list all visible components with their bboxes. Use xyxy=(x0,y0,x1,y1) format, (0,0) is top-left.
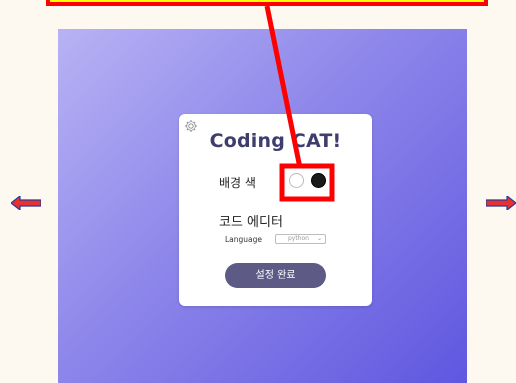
background-color-label: 배경 색 xyxy=(219,176,256,190)
settings-card: Coding CAT! 배경 색 코드 에디터 Language python … xyxy=(179,114,372,306)
color-option-black[interactable] xyxy=(311,173,326,188)
chevron-down-icon: ⌄ xyxy=(316,235,322,242)
right-arrow-icon[interactable] xyxy=(486,196,516,210)
code-editor-heading: 코드 에디터 xyxy=(219,215,283,230)
screenshot-root: Coding CAT! 배경 색 코드 에디터 Language python … xyxy=(0,0,516,383)
annotation-callout-box xyxy=(46,0,488,6)
language-select[interactable]: python ⌄ xyxy=(275,234,326,244)
app-title: Coding CAT! xyxy=(209,130,342,152)
color-option-white[interactable] xyxy=(289,173,304,188)
language-label: Language xyxy=(225,235,263,244)
language-select-value: python xyxy=(288,235,309,242)
left-arrow-icon[interactable] xyxy=(11,196,41,210)
done-button[interactable]: 설정 완료 xyxy=(225,263,326,288)
